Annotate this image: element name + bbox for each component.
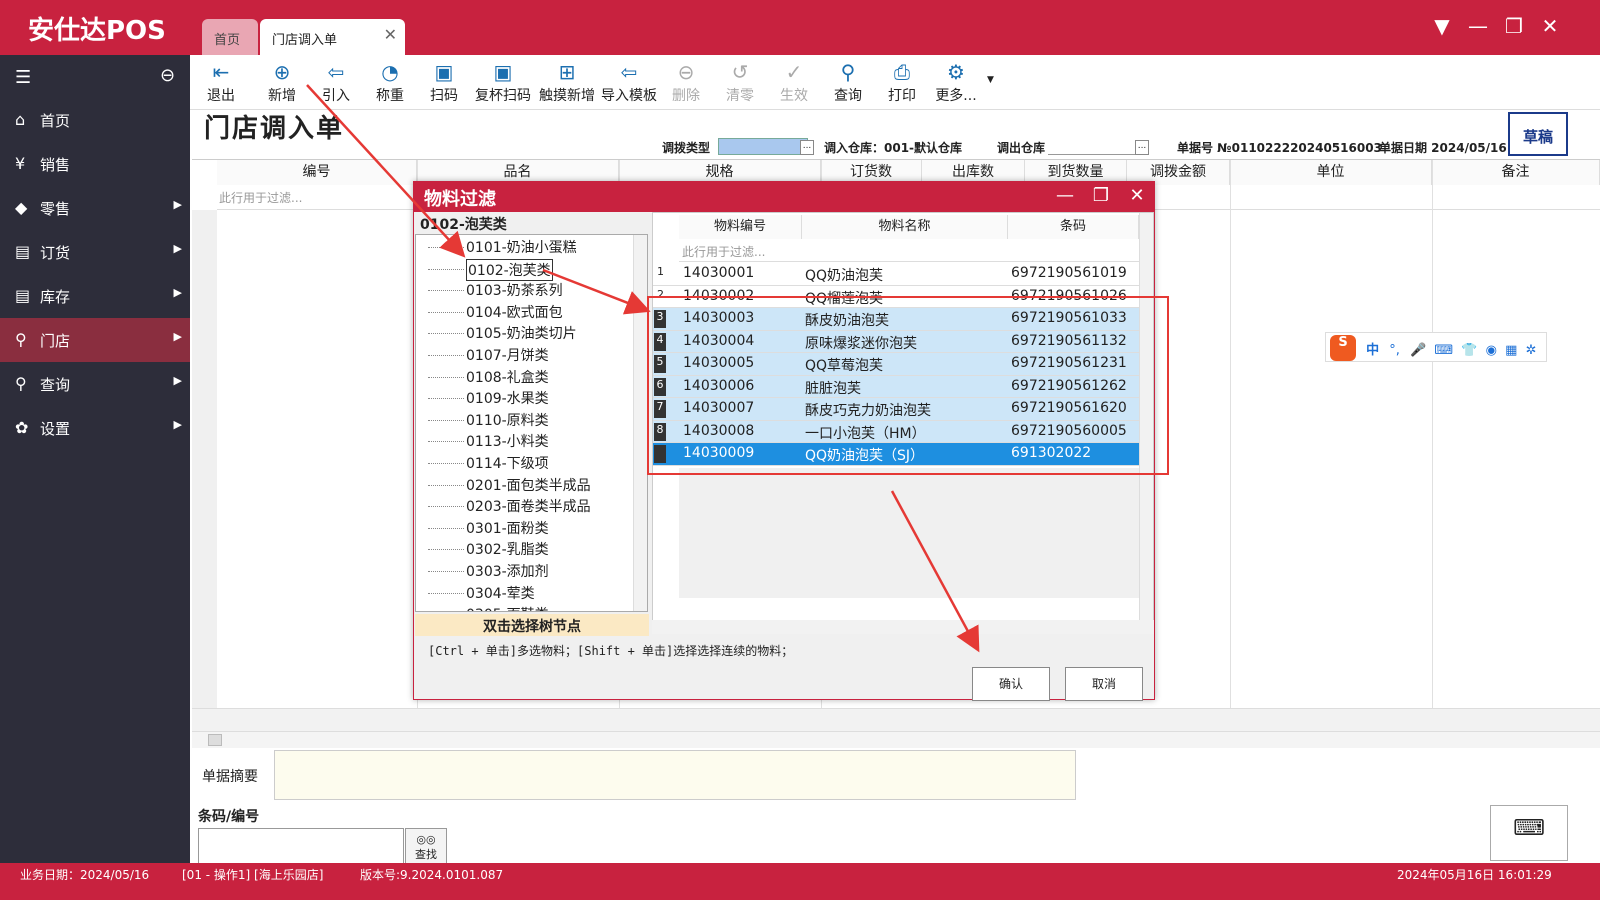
arrow [890, 490, 980, 653]
keyboard-icon[interactable]: ⌨ [1434, 343, 1453, 358]
arrow [306, 84, 466, 258]
ime-toolbar[interactable]: S 中 °, 🎤 ⌨ 👕 ◉ ▦ ✲ [1325, 332, 1547, 362]
punct-icon[interactable]: °, [1389, 343, 1400, 358]
annotation-arrows [306, 84, 980, 653]
sogou-logo-icon: S [1330, 335, 1356, 361]
ime-mode[interactable]: 中 [1366, 343, 1379, 358]
game-icon[interactable]: ◉ [1486, 343, 1497, 358]
apps-icon[interactable]: ▦ [1505, 343, 1517, 358]
settings-icon[interactable]: ✲ [1526, 343, 1537, 358]
arrow [542, 268, 651, 315]
mic-icon[interactable]: 🎤 [1410, 343, 1426, 358]
shirt-icon[interactable]: 👕 [1461, 343, 1477, 358]
